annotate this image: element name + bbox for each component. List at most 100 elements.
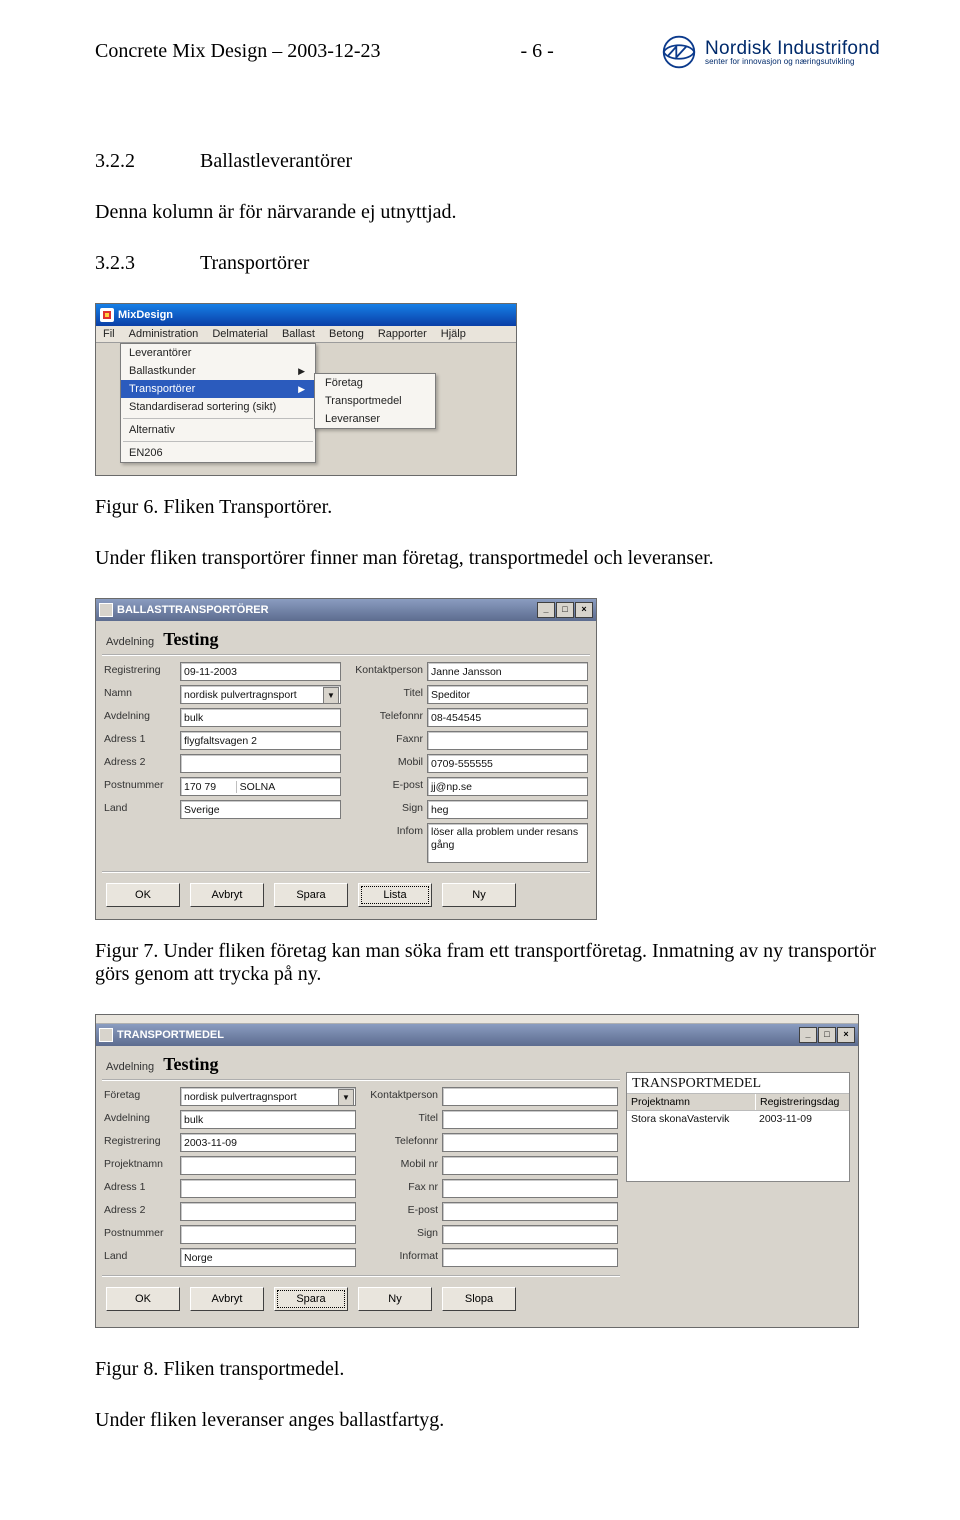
foretag-dropdown[interactable]: nordisk pulvertragnsport▼ bbox=[180, 1087, 356, 1106]
menuitem-ballastkunder[interactable]: Ballastkunder▶ bbox=[121, 362, 315, 380]
foretag-label: Företag bbox=[104, 1087, 176, 1106]
land-label: Land bbox=[104, 1248, 176, 1267]
postnummer-input[interactable]: 170 79SOLNA bbox=[180, 777, 341, 796]
sign-input[interactable]: heg bbox=[427, 800, 588, 819]
adress2-label: Adress 2 bbox=[104, 754, 176, 773]
lista-button[interactable]: Lista bbox=[358, 883, 432, 907]
sign-input[interactable] bbox=[442, 1225, 618, 1244]
telefonnr-label: Telefonnr bbox=[351, 708, 423, 727]
globe-icon bbox=[661, 34, 697, 70]
infom-label: Infom bbox=[351, 823, 423, 863]
menubar: Fil Administration Delmaterial Ballast B… bbox=[96, 326, 516, 343]
registrering-label: Registrering bbox=[104, 662, 176, 681]
faxnr-input[interactable] bbox=[442, 1179, 618, 1198]
kontaktperson-input[interactable] bbox=[442, 1087, 618, 1106]
submenuitem-transportmedel[interactable]: Transportmedel bbox=[315, 392, 435, 410]
closing-text: Under fliken leveranser anges ballastfar… bbox=[95, 1409, 880, 1432]
menuitem-leverantorer[interactable]: Leverantörer bbox=[121, 344, 315, 362]
epost-input[interactable]: jj@np.se bbox=[427, 777, 588, 796]
spara-button[interactable]: Spara bbox=[274, 883, 348, 907]
maximize-icon[interactable]: □ bbox=[556, 602, 574, 618]
epost-label: E-post bbox=[351, 777, 423, 796]
adress1-input[interactable] bbox=[180, 1179, 356, 1198]
menu-administration[interactable]: Administration bbox=[122, 326, 206, 342]
ny-button[interactable]: Ny bbox=[358, 1287, 432, 1311]
menu-fil[interactable]: Fil bbox=[96, 326, 122, 342]
kontaktperson-label: Kontaktperson bbox=[351, 662, 423, 681]
chevron-down-icon[interactable]: ▼ bbox=[323, 687, 339, 704]
minimize-icon[interactable]: _ bbox=[799, 1027, 817, 1043]
mobilnr-label: Mobil nr bbox=[366, 1156, 438, 1175]
land-input[interactable]: Sverige bbox=[180, 800, 341, 819]
slopa-button[interactable]: Slopa bbox=[442, 1287, 516, 1311]
spara-button[interactable]: Spara bbox=[274, 1287, 348, 1311]
adress2-input[interactable] bbox=[180, 754, 341, 773]
mobil-input[interactable]: 0709-555555 bbox=[427, 754, 588, 773]
mobilnr-input[interactable] bbox=[442, 1156, 618, 1175]
avdelning-input[interactable]: bulk bbox=[180, 1110, 356, 1129]
namn-dropdown[interactable]: nordisk pulvertragnsport▼ bbox=[180, 685, 341, 704]
column-registreringsdag[interactable]: Registreringsdag bbox=[756, 1094, 849, 1110]
list-item[interactable]: Stora skonaVastervik 2003-11-09 bbox=[627, 1111, 849, 1127]
menu-hjalp[interactable]: Hjälp bbox=[434, 326, 473, 342]
titel-input[interactable] bbox=[442, 1110, 618, 1129]
adress2-input[interactable] bbox=[180, 1202, 356, 1221]
avdelning-input[interactable]: bulk bbox=[180, 708, 341, 727]
menuitem-en206[interactable]: EN206 bbox=[121, 444, 315, 462]
namn-label: Namn bbox=[104, 685, 176, 704]
avdelning-value: Testing bbox=[163, 629, 218, 649]
menuitem-transportorer[interactable]: Transportörer▶ bbox=[121, 380, 315, 398]
kontaktperson-input[interactable]: Janne Jansson bbox=[427, 662, 588, 681]
menu-ballast[interactable]: Ballast bbox=[275, 326, 322, 342]
listbox-title: TRANSPORTMEDEL bbox=[627, 1073, 849, 1093]
epost-input[interactable] bbox=[442, 1202, 618, 1221]
adress1-input[interactable]: flygfaltsvagen 2 bbox=[180, 731, 341, 750]
projektnamn-input[interactable] bbox=[180, 1156, 356, 1175]
window-titlebar: TRANSPORTMEDEL _ □ × bbox=[96, 1024, 858, 1046]
close-icon[interactable]: × bbox=[837, 1027, 855, 1043]
telefonnr-input[interactable]: 08-454545 bbox=[427, 708, 588, 727]
figure-6-caption: Figur 6. Fliken Transportörer. bbox=[95, 496, 880, 519]
ny-button[interactable]: Ny bbox=[442, 883, 516, 907]
figure-8-caption: Figur 8. Fliken transportmedel. bbox=[95, 1358, 880, 1381]
logo-subtitle: senter for innovasjon og næringsutviklin… bbox=[705, 58, 880, 66]
informat-input[interactable] bbox=[442, 1248, 618, 1267]
submenuitem-foretag[interactable]: Företag bbox=[315, 374, 435, 392]
avdelning-label: Avdelning bbox=[104, 708, 176, 727]
body-text-322: Denna kolumn är för närvarande ej utnytt… bbox=[95, 201, 880, 224]
figure-8: TRANSPORTMEDEL _ □ × Avdelning Testing bbox=[95, 1014, 880, 1328]
infom-textarea[interactable]: löser alla problem under resans gång bbox=[427, 823, 588, 863]
postnummer-input[interactable] bbox=[180, 1225, 356, 1244]
page-header: Concrete Mix Design – 2003-12-23 - 6 - N… bbox=[95, 40, 880, 70]
adress2-label: Adress 2 bbox=[104, 1202, 176, 1221]
menuitem-alternativ[interactable]: Alternativ bbox=[121, 421, 315, 439]
avbryt-button[interactable]: Avbryt bbox=[190, 883, 264, 907]
land-input[interactable]: Norge bbox=[180, 1248, 356, 1267]
adress1-label: Adress 1 bbox=[104, 731, 176, 750]
chevron-down-icon[interactable]: ▼ bbox=[338, 1089, 354, 1106]
submenuitem-leveranser[interactable]: Leveranser bbox=[315, 410, 435, 428]
submenu-transportorer: Företag Transportmedel Leveranser bbox=[314, 373, 436, 429]
titel-input[interactable]: Speditor bbox=[427, 685, 588, 704]
avbryt-button[interactable]: Avbryt bbox=[190, 1287, 264, 1311]
window-icon bbox=[99, 603, 113, 617]
faxnr-input[interactable] bbox=[427, 731, 588, 750]
maximize-icon[interactable]: □ bbox=[818, 1027, 836, 1043]
telefonnr-input[interactable] bbox=[442, 1133, 618, 1152]
menu-delmaterial[interactable]: Delmaterial bbox=[205, 326, 275, 342]
menu-betong[interactable]: Betong bbox=[322, 326, 371, 342]
transportmedel-listbox[interactable]: TRANSPORTMEDEL Projektnamn Registrerings… bbox=[626, 1072, 850, 1182]
sign-label: Sign bbox=[366, 1225, 438, 1244]
mobil-label: Mobil bbox=[351, 754, 423, 773]
ok-button[interactable]: OK bbox=[106, 1287, 180, 1311]
menuitem-standardiserad-sortering[interactable]: Standardiserad sortering (sikt) bbox=[121, 398, 315, 416]
column-projektnamn[interactable]: Projektnamn bbox=[627, 1094, 756, 1110]
menu-rapporter[interactable]: Rapporter bbox=[371, 326, 434, 342]
close-icon[interactable]: × bbox=[575, 602, 593, 618]
registrering-input[interactable]: 2003-11-09 bbox=[180, 1133, 356, 1152]
ok-button[interactable]: OK bbox=[106, 883, 180, 907]
minimize-icon[interactable]: _ bbox=[537, 602, 555, 618]
postnummer-label: Postnummer bbox=[104, 777, 176, 796]
app-titlebar: MixDesign bbox=[96, 304, 516, 326]
registrering-input[interactable]: 09-11-2003 bbox=[180, 662, 341, 681]
